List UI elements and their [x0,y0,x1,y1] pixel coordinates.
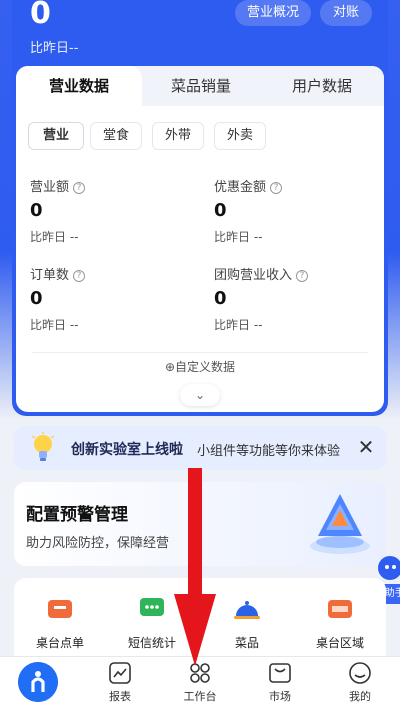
chip-takeout[interactable]: 外带 [152,122,204,150]
chip-dine-in[interactable]: 堂食 [90,122,142,150]
metric-orders-compare: 比昨日 -- [30,318,79,332]
profile-icon [349,662,371,684]
tool-sms-stats[interactable]: 短信统计 [112,596,192,656]
sms-icon [140,598,164,616]
tool-table-order[interactable]: 桌台点单 [20,596,100,656]
metric-discount-label-text: 优惠金额 [214,180,267,195]
lightbulb-icon [31,432,55,461]
metric-revenue-label-text: 营业额 [30,180,70,195]
close-icon[interactable]: ✕ [354,435,378,459]
metric-orders-label: 订单数? [30,264,86,283]
table-area-icon [328,600,352,618]
tool-dish[interactable]: 菜品 [207,596,287,656]
nav-label: 我的 [349,690,371,703]
metric-revenue-label: 营业额? [30,176,86,195]
tool-label: 桌台点单 [35,636,84,650]
revenue-total-value: 0 [30,0,51,31]
help-icon[interactable]: ? [73,270,86,282]
reconcile-button[interactable]: 对账 [320,0,372,26]
metric-orders-label-text: 订单数 [30,268,70,283]
help-icon[interactable]: ? [270,182,283,194]
chip-delivery[interactable]: 外卖 [214,122,266,150]
metric-groupbuy-value: 0 [214,288,227,309]
revenue-compare-yesterday: 比昨日-- [30,41,79,56]
metric-groupbuy-label: 团购营业收入? [214,264,309,283]
nav-item-profile[interactable]: 我的 [320,657,400,711]
metric-groupbuy-label-text: 团购营业收入 [214,268,293,283]
metric-orders-value: 0 [30,288,43,309]
metric-groupbuy-compare: 比昨日 -- [214,318,263,332]
tool-label: 短信统计 [127,636,176,650]
metric-discount-label: 优惠金额? [214,176,283,195]
nav-label: 市场 [269,690,291,703]
business-overview-button[interactable]: 营业概况 [235,0,311,26]
alert-config-card[interactable]: 配置预警管理 助力风险防控，保障经营 [14,482,386,566]
custom-data-link[interactable]: ⊕自定义数据 [16,358,384,375]
tab-business-data[interactable]: 营业数据 [16,66,142,106]
metric-revenue-value: 0 [30,200,43,221]
quick-tools: 桌台点单 短信统计 菜品 桌台区域 [14,578,386,656]
warning-3d-icon [310,494,370,554]
tool-label: 菜品 [234,636,259,650]
tab-dish-sales[interactable]: 菜品销量 [142,66,260,106]
alert-config-title: 配置预警管理 [26,505,128,525]
app-logo-icon[interactable] [18,662,58,702]
chip-business[interactable]: 营业 [28,122,84,150]
dish-icon [234,601,260,619]
help-icon[interactable]: ? [73,182,86,194]
metric-discount-compare: 比昨日 -- [214,230,263,244]
bottom-navigation: 报表 工作台 市场 我的 [0,656,400,711]
innovation-lab-banner[interactable]: 创新实验室上线啦 小组件等功能等你来体验 ✕ [14,426,386,470]
tool-label: 桌台区域 [315,636,364,650]
metric-discount-value: 0 [214,200,227,221]
table-order-icon [48,600,72,618]
banner-title: 创新实验室上线啦 [71,442,183,458]
help-icon[interactable]: ? [296,270,309,282]
report-icon [109,662,131,684]
expand-chevron-icon[interactable]: ⌄ [180,384,220,406]
banner-subtitle: 小组件等功能等你来体验 [197,444,341,459]
nav-item-workbench[interactable]: 工作台 [160,657,240,711]
metric-revenue-compare: 比昨日 -- [30,230,79,244]
data-tabs: 营业数据 菜品销量 用户数据 [16,66,384,106]
business-data-card: 营业数据 菜品销量 用户数据 营业 堂食 外带 外卖 营业额? 0 比昨日 --… [16,66,384,412]
nav-label: 报表 [109,690,131,703]
market-icon [269,663,291,683]
nav-item-market[interactable]: 市场 [240,657,320,711]
tool-table-area[interactable]: 桌台区域 [300,596,380,656]
workbench-icon [190,663,210,683]
divider [32,352,368,353]
tab-user-data[interactable]: 用户数据 [260,66,384,106]
alert-config-subtitle: 助力风险防控，保障经营 [26,536,170,551]
nav-item-report[interactable]: 报表 [80,657,160,711]
nav-label: 工作台 [183,690,217,703]
